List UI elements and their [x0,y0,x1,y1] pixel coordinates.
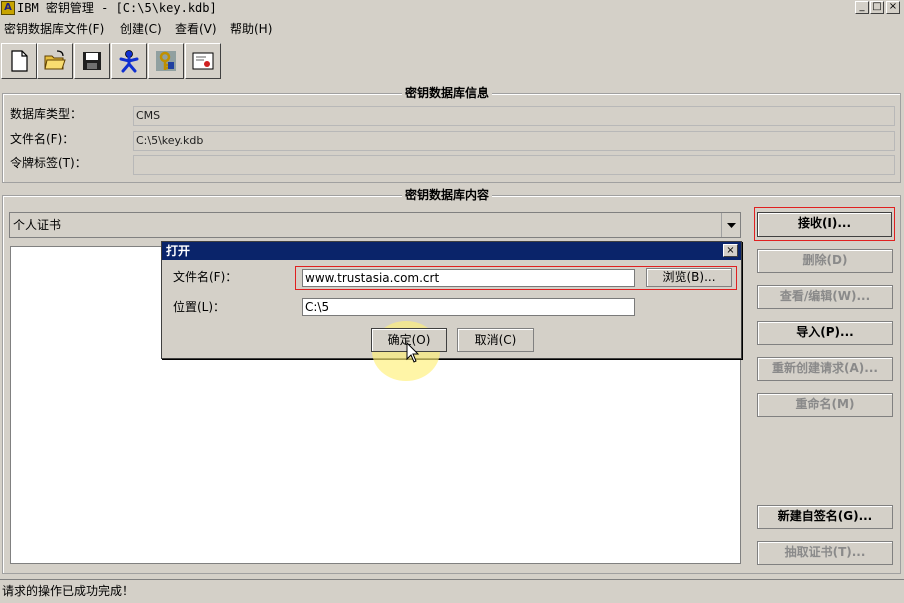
new-file-button[interactable] [1,43,37,79]
minimize-button[interactable]: _ [855,1,869,14]
dialog-title: 打开 [162,242,741,260]
certificate-icon [192,52,214,70]
save-icon [83,52,101,70]
dialog-close-button[interactable]: × [723,244,738,257]
title-bar: A IBM 密钥管理 - [C:\5\key.kdb] _ □ × [0,0,904,16]
extract-cert-button[interactable]: 抽取证书(T)... [757,541,893,565]
window-title: IBM 密钥管理 - [C:\5\key.kdb] [17,1,217,15]
dialog-location-label: 位置(L)： [173,300,226,314]
dialog-filename-input[interactable]: www.trustasia.com.crt [302,269,635,287]
dialog-location-input[interactable]: C:\5 [302,298,635,316]
import-button[interactable]: 导入(P)... [757,321,893,345]
save-button[interactable] [74,43,110,79]
db-type-label: 数据库类型： [10,107,83,121]
personal-cert-button[interactable] [111,43,147,79]
menu-keydb-file[interactable]: 密钥数据库文件(F) [4,21,104,37]
dialog-filename-label: 文件名(F)： [173,270,238,284]
db-filename-field: C:\5\key.kdb [133,131,895,151]
ikeyman-icon: A [1,1,15,15]
status-text: 请求的操作已成功完成！ [2,584,135,598]
close-icon: × [726,245,735,256]
view-edit-button[interactable]: 查看/编辑(W)... [757,285,893,309]
certificate-button[interactable] [185,43,221,79]
cert-type-dropdown-value: 个人证书 [13,218,62,232]
menu-bar: 密钥数据库文件(F) 创建(C) 查看(V) 帮助(H) [0,18,904,38]
open-folder-icon [44,50,66,70]
db-type-field: CMS [133,106,895,126]
menu-help[interactable]: 帮助(H) [230,21,272,37]
token-label-field [133,155,895,175]
browse-button[interactable]: 浏览(B)... [646,268,732,287]
person-icon [119,50,139,73]
new-self-signed-button[interactable]: 新建自签名(G)... [757,505,893,529]
menu-create[interactable]: 创建(C) [120,21,162,37]
token-label-label: 令牌标签(T)： [10,156,87,170]
mouse-pointer-icon [406,342,420,363]
open-button[interactable] [37,43,73,79]
delete-button[interactable]: 删除(D) [757,249,893,273]
db-content-title: 密钥数据库内容 [402,188,493,202]
cert-type-dropdown[interactable]: 个人证书 [9,212,741,238]
close-button[interactable]: × [886,1,900,14]
cancel-button[interactable]: 取消(C) [457,328,534,352]
menu-view[interactable]: 查看(V) [175,21,217,37]
receive-button[interactable]: 接收(I)... [757,212,892,237]
status-bar: 请求的操作已成功完成！ [0,579,904,603]
db-filename-label: 文件名(F)： [10,132,75,146]
key-icon [156,51,176,71]
chevron-down-icon [727,223,736,228]
recreate-request-button[interactable]: 重新创建请求(A)... [757,357,893,381]
rename-button[interactable]: 重命名(M) [757,393,893,417]
open-dialog: 打开 × 文件名(F)： www.trustasia.com.crt 浏览(B)… [161,241,742,381]
db-info-title: 密钥数据库信息 [402,86,493,100]
new-file-icon [11,50,28,72]
dropdown-arrow-button[interactable] [721,213,740,237]
key-button[interactable] [148,43,184,79]
maximize-button[interactable]: □ [870,1,884,14]
